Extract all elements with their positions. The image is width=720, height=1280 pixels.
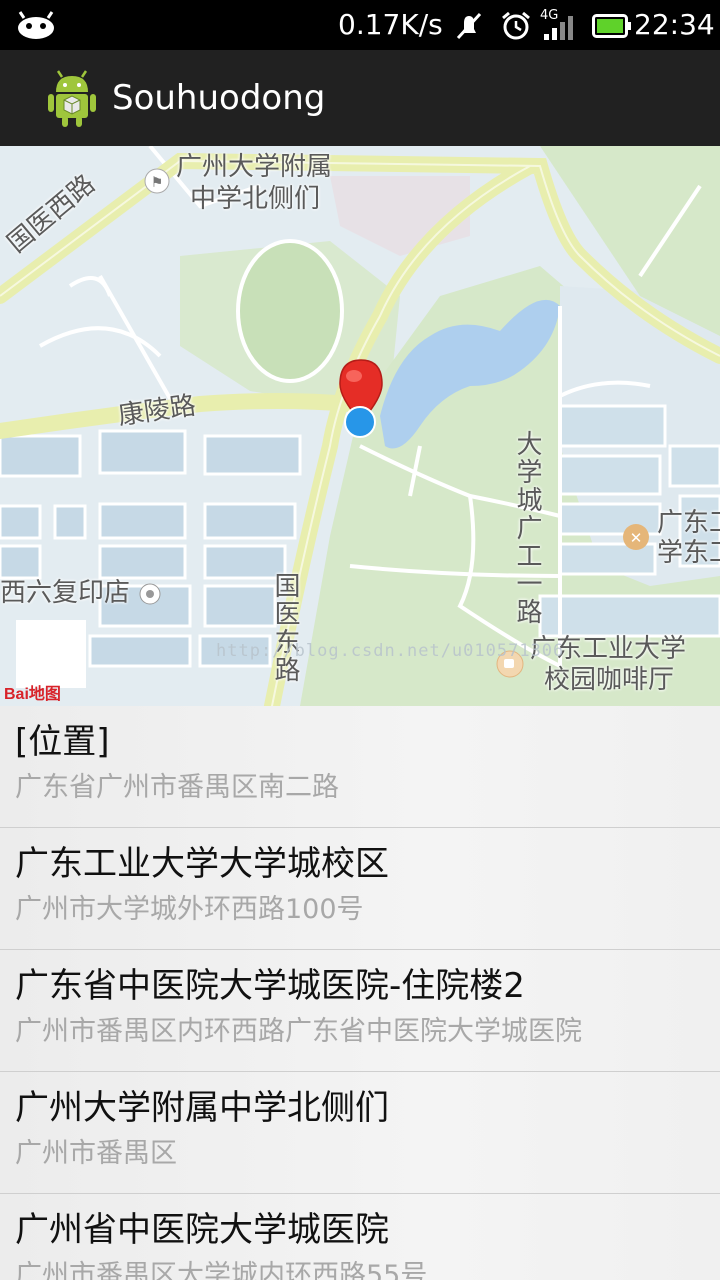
action-bar: Souhuodong (0, 50, 720, 146)
map-label-school-gate-line1: 广州大学附属 (176, 152, 333, 182)
map-label-guoyi-east-road: 国医东路 (270, 572, 300, 684)
item-address: 广州市番禺区 (15, 1138, 177, 1169)
map-label-copy-shop: 西六复印店 (0, 578, 131, 608)
item-title: 广东省中医院大学城医院-住院楼2 (15, 966, 525, 1006)
list-item[interactable]: [位置] 广东省广州市番禺区南二路 (0, 706, 720, 828)
item-title: [位置] (15, 722, 110, 762)
results-list[interactable]: [位置] 广东省广州市番禺区南二路 广东工业大学大学城校区 广州市大学城外环西路… (0, 706, 720, 1280)
map-scale-box (16, 620, 86, 688)
clock: 22:34 (634, 8, 715, 41)
item-address: 广州市番禺区大学城内环西路55号 (15, 1260, 428, 1280)
baidu-map-logo: Bai地图 (4, 686, 61, 703)
map-label-gdut-partial-1: 广东工 (657, 508, 720, 538)
alarm-icon (502, 11, 530, 40)
status-bar: 0.17K/s 4G 22:34 (0, 0, 720, 50)
map-label-daxuecheng-road: 大学城广工一路 (512, 430, 542, 626)
list-item[interactable]: 广州省中医院大学城医院 广州市番禺区大学城内环西路55号 (0, 1194, 720, 1280)
current-location-dot-icon (344, 406, 376, 438)
svg-text:✕: ✕ (630, 529, 643, 547)
android-notification-icon (18, 11, 54, 39)
item-title: 广东工业大学大学城校区 (15, 844, 389, 884)
map-label-school-gate-line2: 中学北侧们 (190, 184, 321, 214)
map-label-gdut-partial-2: 学东工 (657, 538, 720, 568)
mute-icon (456, 12, 482, 40)
list-item[interactable]: 广东工业大学大学城校区 广州市大学城外环西路100号 (0, 828, 720, 950)
item-title: 广州省中医院大学城医院 (15, 1210, 389, 1250)
network-speed: 0.17K/s (338, 8, 443, 41)
item-address: 广州市大学城外环西路100号 (15, 894, 364, 925)
android-app-icon[interactable] (46, 70, 98, 128)
map-view[interactable]: ⚑ ✕ 广州大学附属 中学北侧们 国医西路 康陵路 国医东路 大学城广工一路 广… (0, 146, 720, 706)
item-address: 广东省广州市番禺区南二路 (15, 772, 339, 803)
signal-icon (544, 16, 573, 40)
list-item[interactable]: 广东省中医院大学城医院-住院楼2 广州市番禺区内环西路广东省中医院大学城医院 (0, 950, 720, 1072)
item-title: 广州大学附属中学北侧们 (15, 1088, 389, 1128)
battery-icon (592, 14, 631, 38)
list-item[interactable]: 广州大学附属中学北侧们 广州市番禺区 (0, 1072, 720, 1194)
map-label-cafe-line2: 校园咖啡厅 (544, 665, 675, 695)
svg-text:⚑: ⚑ (151, 175, 164, 191)
app-title: Souhuodong (112, 78, 326, 118)
watermark-text: http://blog.csdn.net/u010571306 (216, 641, 565, 661)
item-address: 广州市番禺区内环西路广东省中医院大学城医院 (15, 1016, 582, 1047)
